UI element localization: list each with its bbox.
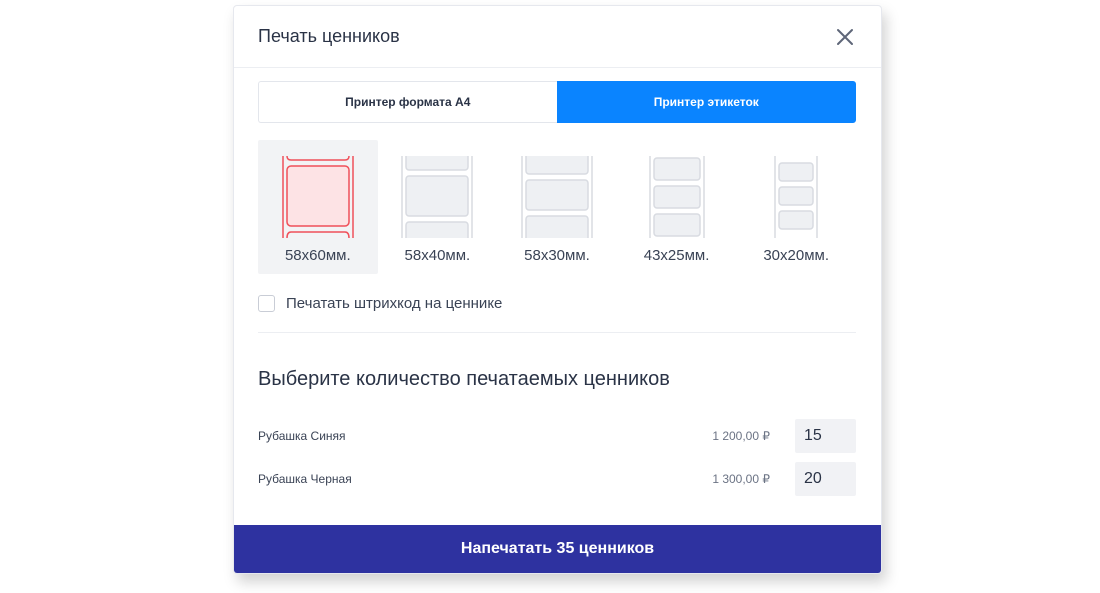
label-58x30-icon xyxy=(521,156,593,238)
label-size-option[interactable]: 30x20мм. xyxy=(736,140,856,274)
product-row: Рубашка Черная 1 300,00 ₽ xyxy=(258,462,856,496)
section-divider xyxy=(258,332,856,333)
tab-a4-printer[interactable]: Принтер формата А4 xyxy=(258,81,557,123)
label-size-options: 58x60мм. 58x40мм. 58x30мм. 43x25мм. 30x2… xyxy=(258,140,856,274)
product-name: Рубашка Синяя xyxy=(258,429,346,443)
printer-type-tabs: Принтер формата А4 Принтер этикеток xyxy=(258,81,856,123)
product-name: Рубашка Черная xyxy=(258,472,352,486)
barcode-checkbox-label: Печатать штрихкод на ценнике xyxy=(286,295,503,312)
label-size-option[interactable]: 58x30мм. xyxy=(497,140,617,274)
quantity-input[interactable] xyxy=(795,419,856,453)
label-30x20-icon xyxy=(774,156,818,238)
label-size-text: 58x40мм. xyxy=(404,247,471,264)
product-row: Рубашка Синяя 1 200,00 ₽ xyxy=(258,419,856,453)
barcode-checkbox[interactable] xyxy=(258,295,275,312)
close-icon[interactable] xyxy=(833,25,857,49)
quantity-input[interactable] xyxy=(795,462,856,496)
label-size-option[interactable]: 43x25мм. xyxy=(617,140,737,274)
print-labels-dialog: Печать ценников Принтер формата А4 Принт… xyxy=(233,5,882,574)
label-size-option[interactable]: 58x40мм. xyxy=(378,140,498,274)
print-labels-button[interactable]: Напечатать 35 ценников xyxy=(234,525,881,573)
tab-label-printer[interactable]: Принтер этикеток xyxy=(556,81,856,123)
label-size-text: 30x20мм. xyxy=(763,247,829,264)
label-size-option[interactable]: 58x60мм. xyxy=(258,140,378,274)
barcode-checkbox-row[interactable]: Печатать штрихкод на ценнике xyxy=(258,295,502,312)
label-size-text: 58x30мм. xyxy=(524,247,590,264)
product-price: 1 200,00 ₽ xyxy=(712,429,770,443)
quantity-section-title: Выберите количество печатаемых ценников xyxy=(258,368,670,390)
label-size-text: 43x25мм. xyxy=(643,247,710,264)
label-58x40-icon xyxy=(401,156,474,238)
label-43x25-icon xyxy=(648,156,705,238)
label-58x60-icon xyxy=(282,156,354,238)
dialog-title: Печать ценников xyxy=(258,26,400,46)
product-price: 1 300,00 ₽ xyxy=(712,472,770,486)
dialog-header: Печать ценников xyxy=(234,6,881,68)
label-size-text: 58x60мм. xyxy=(284,247,351,264)
